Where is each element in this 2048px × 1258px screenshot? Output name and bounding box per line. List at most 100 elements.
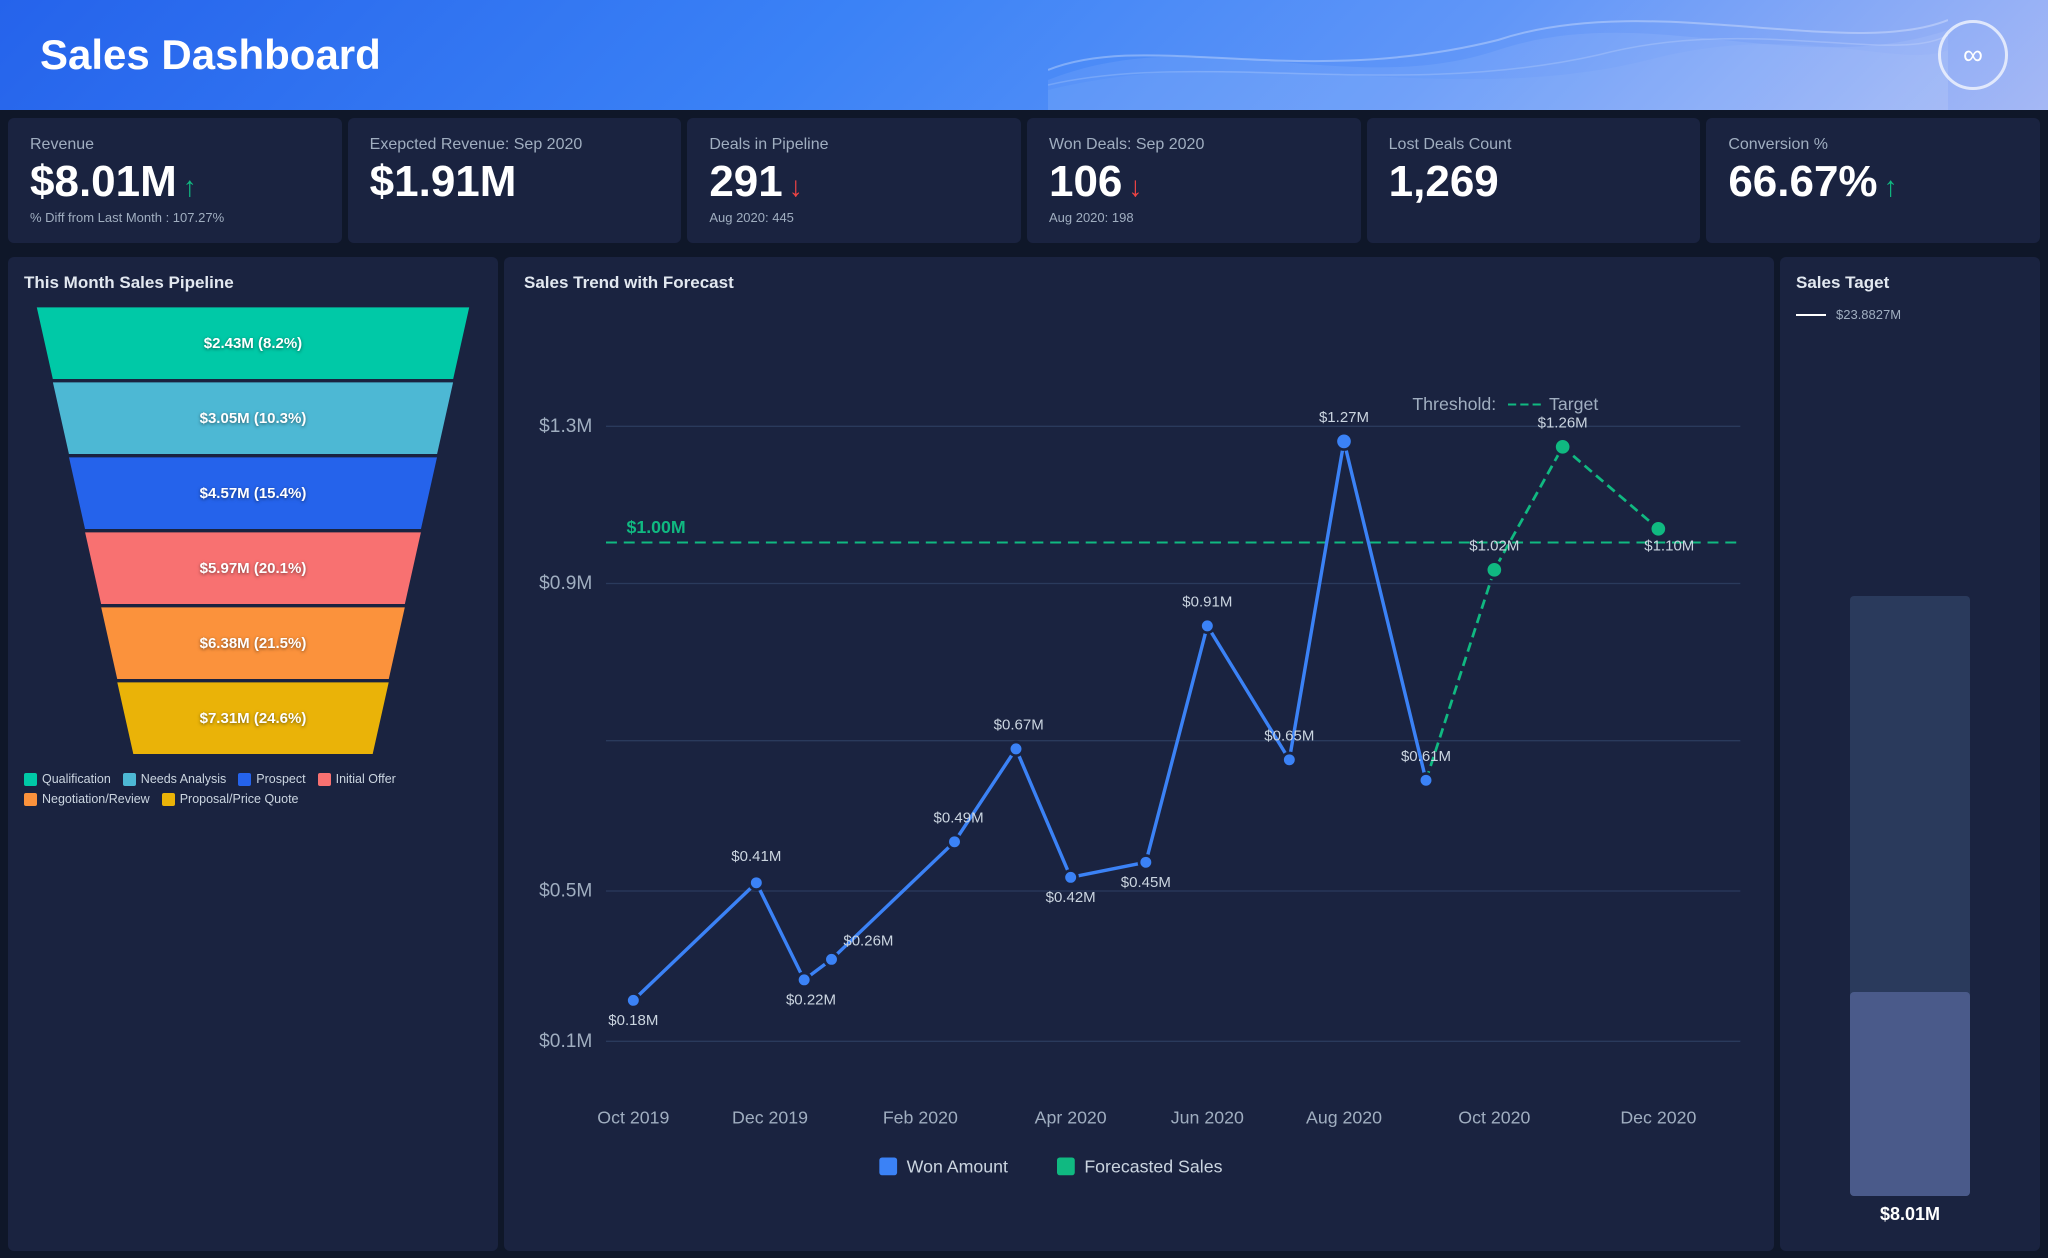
kpi-sub-2: Aug 2020: 445 xyxy=(709,210,999,225)
kpi-label-1: Exepcted Revenue: Sep 2020 xyxy=(370,136,660,154)
target-title: Sales Taget xyxy=(1796,273,2024,293)
funnel-legend-label-3: Initial Offer xyxy=(336,772,396,786)
funnel-container: $2.43M (8.2%)$3.05M (10.3%)$4.57M (15.4%… xyxy=(24,307,482,754)
header-logo: ∞ xyxy=(1938,20,2008,90)
funnel-layer-3: $5.97M (20.1%) xyxy=(23,532,483,604)
kpi-label-2: Deals in Pipeline xyxy=(709,136,999,154)
kpi-arrow-3: ↓ xyxy=(1128,171,1142,203)
svg-text:Threshold:: Threshold: xyxy=(1412,394,1496,414)
svg-text:Forecasted Sales: Forecasted Sales xyxy=(1084,1157,1222,1177)
svg-text:$0.5M: $0.5M xyxy=(539,881,592,902)
chart-svg-wrapper: $1.3M $0.9M $0.5M $0.1M $1.00M Threshold… xyxy=(524,307,1754,1229)
funnel-legend-item-1: Needs Analysis xyxy=(123,772,226,786)
target-panel: Sales Taget $23.8827M $8.01M xyxy=(1780,257,2040,1251)
funnel-layer-0: $2.43M (8.2%) xyxy=(23,307,483,379)
kpi-value-4: 1,269 xyxy=(1389,158,1499,206)
header: Sales Dashboard ∞ xyxy=(0,0,2048,110)
svg-text:$0.67M: $0.67M xyxy=(994,717,1044,734)
kpi-label-4: Lost Deals Count xyxy=(1389,136,1679,154)
svg-text:$0.41M: $0.41M xyxy=(731,848,781,865)
svg-text:$1.00M: $1.00M xyxy=(627,517,686,537)
kpi-card-5: Conversion % 66.67%↑ xyxy=(1706,118,2040,243)
chart-panel: Sales Trend with Forecast $1.3M $0.9M $0… xyxy=(504,257,1774,1251)
svg-text:Dec 2020: Dec 2020 xyxy=(1620,1108,1696,1128)
header-wave xyxy=(1048,0,1948,110)
funnel-legend-item-0: Qualification xyxy=(24,772,111,786)
svg-text:$0.22M: $0.22M xyxy=(786,992,836,1009)
chart-title: Sales Trend with Forecast xyxy=(524,273,1754,293)
funnel-title: This Month Sales Pipeline xyxy=(24,273,482,293)
funnel-legend-item-5: Proposal/Price Quote xyxy=(162,792,299,806)
kpi-sub-0: % Diff from Last Month : 107.27% xyxy=(30,210,320,225)
funnel-legend-label-5: Proposal/Price Quote xyxy=(180,792,299,806)
target-current-value: $8.01M xyxy=(1880,1204,1940,1225)
svg-text:$0.91M: $0.91M xyxy=(1182,594,1232,611)
kpi-card-2: Deals in Pipeline291↓Aug 2020: 445 xyxy=(687,118,1021,243)
funnel-legend-dot-2 xyxy=(238,773,251,786)
svg-text:$0.1M: $0.1M xyxy=(539,1031,592,1052)
kpi-sub-3: Aug 2020: 198 xyxy=(1049,210,1339,225)
svg-text:$1.3M: $1.3M xyxy=(539,416,592,437)
kpi-card-4: Lost Deals Count 1,269 xyxy=(1367,118,1701,243)
kpi-label-0: Revenue xyxy=(30,136,320,154)
funnel-legend-dot-0 xyxy=(24,773,37,786)
svg-text:$1.02M: $1.02M xyxy=(1469,538,1519,555)
svg-text:Aug 2020: Aug 2020 xyxy=(1306,1108,1382,1128)
svg-text:$1.10M: $1.10M xyxy=(1644,538,1694,555)
kpi-row: Revenue$8.01M↑% Diff from Last Month : 1… xyxy=(0,110,2048,251)
funnel-legend-dot-3 xyxy=(318,773,331,786)
funnel-layer-5: $7.31M (24.6%) xyxy=(23,682,483,754)
svg-text:Oct 2019: Oct 2019 xyxy=(597,1108,669,1128)
funnel-legend-label-2: Prospect xyxy=(256,772,305,786)
kpi-label-5: Conversion % xyxy=(1728,136,2018,154)
kpi-card-0: Revenue $8.01M↑ % Diff from Last Month : 1… xyxy=(8,118,342,243)
funnel-legend-item-4: Negotiation/Review xyxy=(24,792,150,806)
funnel-layer-1: $3.05M (10.3%) xyxy=(23,382,483,454)
trend-chart-svg: $1.3M $0.9M $0.5M $0.1M $1.00M Threshold… xyxy=(524,307,1754,1229)
funnel-legend-dot-5 xyxy=(162,793,175,806)
kpi-value-2: 291 xyxy=(709,158,782,206)
svg-text:Jun 2020: Jun 2020 xyxy=(1171,1108,1244,1128)
kpi-card-1: Exepcted Revenue: Sep 2020 $1.91M xyxy=(348,118,682,243)
svg-text:$1.26M: $1.26M xyxy=(1538,415,1588,432)
svg-text:$0.42M: $0.42M xyxy=(1046,889,1096,906)
funnel-legend-dot-4 xyxy=(24,793,37,806)
target-bar-container: $8.01M xyxy=(1796,326,2024,1235)
page-title: Sales Dashboard xyxy=(40,31,381,79)
svg-text:Target: Target xyxy=(1549,394,1598,414)
svg-text:Apr 2020: Apr 2020 xyxy=(1035,1108,1107,1128)
svg-text:$0.61M: $0.61M xyxy=(1401,749,1451,766)
funnel-layer-4: $6.38M (21.5%) xyxy=(23,607,483,679)
svg-text:Won Amount: Won Amount xyxy=(907,1157,1008,1177)
kpi-card-3: Won Deals: Sep 2020 106↓ Aug 2020: 198 xyxy=(1027,118,1361,243)
kpi-value-3: 106 xyxy=(1049,158,1122,206)
svg-text:$0.18M: $0.18M xyxy=(608,1012,658,1029)
funnel-panel: This Month Sales Pipeline $2.43M (8.2%)$… xyxy=(8,257,498,1251)
svg-text:$1.27M: $1.27M xyxy=(1319,410,1369,427)
kpi-value-5: 66.67% xyxy=(1728,158,1877,206)
funnel-legend-label-4: Negotiation/Review xyxy=(42,792,150,806)
target-max-label: $23.8827M xyxy=(1836,307,1901,322)
funnel-legend-label-0: Qualification xyxy=(42,772,111,786)
svg-text:$0.45M: $0.45M xyxy=(1121,874,1171,891)
svg-text:Feb 2020: Feb 2020 xyxy=(883,1108,958,1128)
funnel-layer-2: $4.57M (15.4%) xyxy=(23,457,483,529)
svg-text:Oct 2020: Oct 2020 xyxy=(1458,1108,1530,1128)
kpi-label-3: Won Deals: Sep 2020 xyxy=(1049,136,1339,154)
kpi-value-0: $8.01M xyxy=(30,158,177,206)
target-bar-bg xyxy=(1850,596,1970,1196)
svg-text:Dec 2019: Dec 2019 xyxy=(732,1108,808,1128)
kpi-value-1: $1.91M xyxy=(370,158,517,206)
svg-text:$0.65M: $0.65M xyxy=(1264,728,1314,745)
kpi-arrow-0: ↑ xyxy=(183,171,197,203)
funnel-legend-label-1: Needs Analysis xyxy=(141,772,226,786)
funnel-legend-item-3: Initial Offer xyxy=(318,772,396,786)
main-content: This Month Sales Pipeline $2.43M (8.2%)$… xyxy=(0,251,2048,1257)
target-bar-fill xyxy=(1850,992,1970,1196)
kpi-arrow-5: ↑ xyxy=(1884,171,1898,203)
svg-text:$0.9M: $0.9M xyxy=(539,573,592,594)
funnel-legend: Qualification Needs Analysis Prospect Initi… xyxy=(24,772,482,806)
svg-text:$0.49M: $0.49M xyxy=(934,810,984,827)
funnel-legend-dot-1 xyxy=(123,773,136,786)
svg-text:$0.26M: $0.26M xyxy=(843,933,893,950)
